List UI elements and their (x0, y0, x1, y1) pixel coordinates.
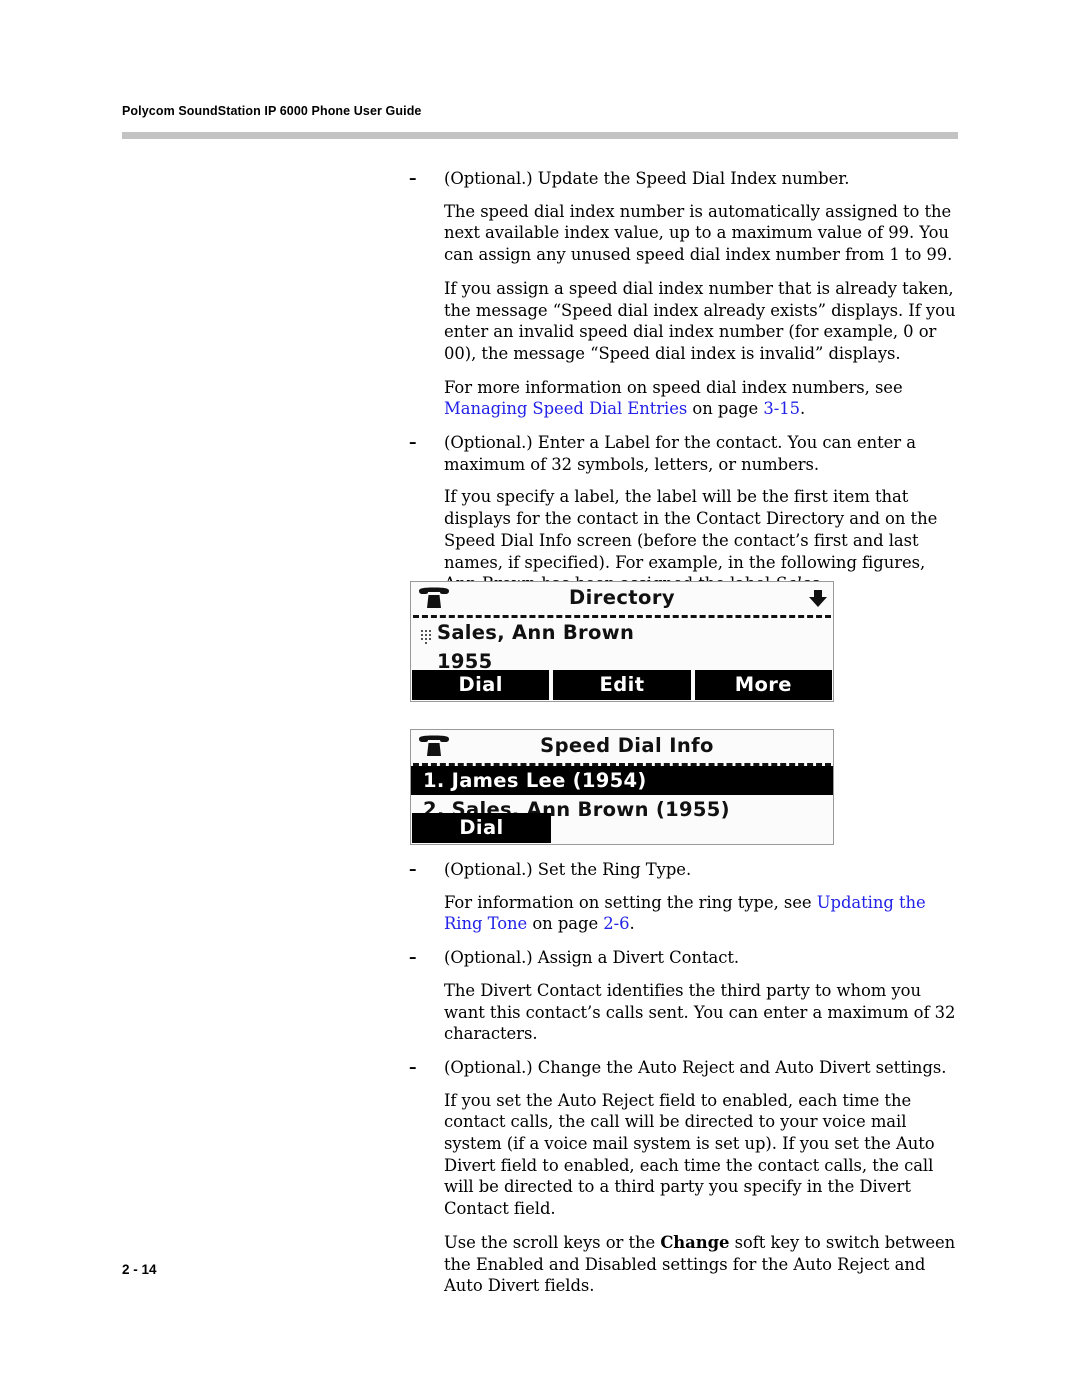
paragraph-lead: If you specify a label, the label will b… (444, 487, 938, 593)
list-item: – (Optional.) Assign a Divert Contact. (409, 947, 961, 969)
document-body-lower: – (Optional.) Set the Ring Type. For inf… (409, 859, 961, 1309)
en-dash-bullet-icon: – (409, 860, 417, 878)
list-item: – (Optional.) Set the Ring Type. (409, 859, 961, 881)
paragraph-with-link: For information on setting the ring type… (409, 892, 961, 935)
page-header: Polycom SoundStation IP 6000 Phone User … (122, 104, 958, 139)
list-item-label: (Optional.) Set the Ring Type. (444, 860, 692, 879)
list-item-label: (Optional.) Update the Speed Dial Index … (444, 169, 850, 188)
softkey-dial[interactable]: Dial (412, 670, 550, 700)
paragraph-end: . (629, 914, 635, 934)
en-dash-bullet-icon: – (409, 1057, 417, 1076)
header-rule (122, 132, 958, 139)
page-reference-link[interactable]: 3-15 (763, 399, 800, 418)
speed-dial-row-selected[interactable]: 1. James Lee (1954) (411, 766, 833, 795)
paragraph: The speed dial index number is automatic… (444, 201, 953, 265)
list-item-label: (Optional.) Enter a Label for the contac… (444, 433, 916, 474)
keypad-dots-icon (421, 625, 431, 644)
running-head: Polycom SoundStation IP 6000 Phone User … (122, 104, 422, 118)
paragraph-lead: Use the scroll keys or the (444, 1232, 661, 1252)
paragraph-with-italic: If you specify a label, the label will b… (409, 486, 961, 595)
directory-screen-figure: Directory Sales, Ann Brown 1955 Dial Edi… (410, 581, 834, 702)
directory-entry-label: Sales, Ann Brown (437, 621, 635, 644)
lcd-softkey-bar: Dial (411, 813, 833, 844)
lcd-screen-title: Directory (569, 586, 675, 609)
paragraph: If you set the Auto Reject field to enab… (444, 1090, 935, 1219)
lcd-content-area: Sales, Ann Brown 1955 (411, 618, 833, 676)
speed-dial-info-screen-figure: Speed Dial Info 1. James Lee (1954) 2. S… (410, 729, 834, 845)
bold-term: Change (660, 1232, 730, 1252)
lcd-title-bar: Directory (411, 582, 833, 615)
lcd-softkey-bar: Dial Edit More (411, 670, 833, 701)
lcd-screen-title: Speed Dial Info (540, 734, 714, 757)
softkey-more[interactable]: More (694, 670, 832, 700)
en-dash-bullet-icon: – (409, 169, 417, 187)
paragraph-mid: on page (687, 399, 764, 419)
en-dash-bullet-icon: – (409, 948, 417, 967)
document-body: – (Optional.) Update the Speed Dial Inde… (409, 168, 961, 607)
paragraph-lead: For information on setting the ring type… (444, 892, 817, 912)
softkey-edit[interactable]: Edit (553, 670, 691, 700)
en-dash-bullet-icon: – (409, 433, 417, 452)
paragraph: The Divert Contact identifies the third … (444, 980, 956, 1044)
page-reference-link[interactable]: 2-6 (603, 914, 629, 933)
list-item: – (Optional.) Update the Speed Dial Inde… (409, 168, 961, 190)
paragraph-lead: For more information on speed dial index… (444, 377, 903, 397)
paragraph-end: . (799, 399, 806, 419)
page-number: 2 - 14 (122, 1262, 157, 1277)
cross-reference-link[interactable]: Managing Speed Dial Entries (444, 399, 687, 418)
paragraph-with-bold: Use the scroll keys or the Change soft k… (409, 1232, 961, 1297)
lcd-title-bar: Speed Dial Info (411, 730, 833, 763)
list-item-label: (Optional.) Assign a Divert Contact. (444, 948, 740, 968)
list-item-label: (Optional.) Change the Auto Reject and A… (444, 1057, 947, 1077)
paragraph-with-link: For more information on speed dial index… (409, 377, 961, 420)
paragraph: If you assign a speed dial index number … (444, 278, 956, 363)
directory-entry-row[interactable]: Sales, Ann Brown (411, 618, 833, 647)
softkey-empty-area (555, 813, 832, 843)
paragraph-mid: on page (527, 914, 604, 934)
list-item: – (Optional.) Change the Auto Reject and… (409, 1057, 961, 1079)
softkey-dial[interactable]: Dial (412, 813, 551, 843)
list-item: – (Optional.) Enter a Label for the cont… (409, 432, 961, 475)
scroll-down-arrow-icon[interactable] (808, 590, 828, 608)
